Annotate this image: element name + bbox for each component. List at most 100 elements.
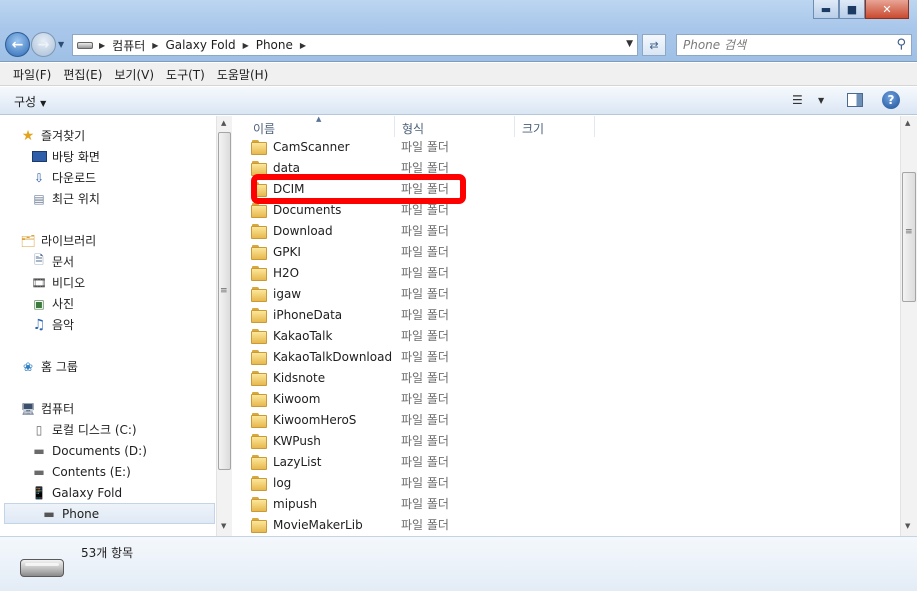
nav-desktop[interactable]: 바탕 화면 <box>31 146 100 167</box>
file-name: igaw <box>273 286 302 301</box>
nav-galaxy-fold[interactable]: 📱 Galaxy Fold <box>31 482 123 503</box>
chevron-right-icon[interactable]: ▶ <box>300 41 306 50</box>
forward-button[interactable]: → <box>31 32 56 57</box>
scroll-thumb[interactable] <box>218 132 231 470</box>
breadcrumb-phone[interactable]: Phone <box>256 38 293 52</box>
file-row[interactable]: iPhoneData 파일 폴더 <box>251 304 671 325</box>
organize-button[interactable]: 구성 ▼ <box>14 93 46 110</box>
nav-homegroup[interactable]: ❀ 홈 그룹 <box>20 356 78 377</box>
search-box[interactable]: ⚲ <box>676 34 912 56</box>
folder-icon <box>251 455 267 470</box>
file-row[interactable]: Download 파일 폴더 <box>251 220 671 241</box>
column-header-size[interactable]: 크기 <box>515 116 595 137</box>
menu-help[interactable]: 도움말(H) <box>211 66 275 83</box>
scroll-down-icon[interactable]: ▼ <box>221 522 226 530</box>
view-options-icon[interactable]: ☰ <box>792 93 803 107</box>
file-row[interactable]: H2O 파일 폴더 <box>251 262 671 283</box>
scroll-thumb[interactable] <box>902 172 916 302</box>
folder-icon <box>251 371 267 386</box>
nav-documents[interactable]: 🗎 문서 <box>31 251 74 272</box>
back-button[interactable]: ← <box>5 32 30 57</box>
nav-libraries[interactable]: 🗂 라이브러리 <box>20 230 96 251</box>
navigation-pane: ★ 즐겨찾기 바탕 화면 ⇩ 다운로드 ▤ 최근 위치 🗂 라이브러리 🗎 문서 🎞 비디오… <box>0 116 232 536</box>
maximize-button[interactable]: ■ <box>839 0 865 19</box>
close-button[interactable]: ✕ <box>865 0 909 19</box>
file-row[interactable]: KiwoomHeroS 파일 폴더 <box>251 409 671 430</box>
file-row[interactable]: KakaoTalkDownload 파일 폴더 <box>251 346 671 367</box>
scroll-up-icon[interactable]: ▲ <box>905 119 910 127</box>
menu-tools[interactable]: 도구(T) <box>160 66 211 83</box>
recent-pages-dropdown[interactable]: ▼ <box>58 40 64 49</box>
file-row[interactable]: igaw 파일 폴더 <box>251 283 671 304</box>
file-name: CamScanner <box>273 139 350 154</box>
file-name: KakaoTalk <box>273 328 333 343</box>
nav-favorites[interactable]: ★ 즐겨찾기 <box>20 125 85 146</box>
nav-label: 라이브러리 <box>41 234 97 248</box>
file-row[interactable]: KWPush 파일 폴더 <box>251 430 671 451</box>
nav-drive-e[interactable]: ▬ Contents (E:) <box>31 461 131 482</box>
file-name: H2O <box>273 265 300 280</box>
nav-scrollbar[interactable]: ▲ ≡ ▼ <box>216 116 232 536</box>
menu-file[interactable]: 파일(F) <box>7 66 57 83</box>
file-type: 파일 폴더 <box>401 518 449 532</box>
drive-icon <box>20 559 64 577</box>
file-type: 파일 폴더 <box>401 350 449 364</box>
chevron-down-icon: ▼ <box>40 99 47 108</box>
file-scrollbar[interactable]: ▲ ≡ ▼ <box>900 116 917 536</box>
minimize-button[interactable]: ▬ <box>813 0 839 19</box>
folder-icon <box>251 350 267 365</box>
scroll-down-icon[interactable]: ▼ <box>905 522 910 530</box>
video-icon: 🎞 <box>31 275 47 290</box>
folder-icon <box>251 203 267 218</box>
file-row[interactable]: GPKI 파일 폴더 <box>251 241 671 262</box>
nav-computer[interactable]: 🖥 컴퓨터 <box>20 398 74 419</box>
folder-icon <box>251 224 267 239</box>
nav-music[interactable]: ♫ 음악 <box>31 314 74 335</box>
breadcrumb-computer[interactable]: 컴퓨터 <box>112 37 145 54</box>
file-name: MovieMakerLib <box>273 517 363 532</box>
sort-ascending-icon: ▲ <box>316 115 322 123</box>
file-row[interactable]: KakaoTalk 파일 폴더 <box>251 325 671 346</box>
computer-icon: 🖥 <box>20 401 36 416</box>
file-row[interactable]: log 파일 폴더 <box>251 472 671 493</box>
view-dropdown-icon[interactable]: ▼ <box>818 96 824 105</box>
item-count: 53개 항목 <box>81 546 134 560</box>
scroll-up-icon[interactable]: ▲ <box>221 119 226 127</box>
refresh-button[interactable]: ⇄ <box>642 34 666 56</box>
file-row[interactable]: mipush 파일 폴더 <box>251 493 671 514</box>
file-name: KWPush <box>273 433 321 448</box>
chevron-right-icon[interactable]: ▶ <box>243 41 249 50</box>
arrow-right-icon: → <box>37 36 50 53</box>
nav-drive-d[interactable]: ▬ Documents (D:) <box>31 440 147 461</box>
nav-label: Contents (E:) <box>52 464 131 479</box>
column-header-name[interactable]: ▲ 이름 <box>233 115 395 137</box>
address-bar[interactable]: ▶ 컴퓨터 ▶ Galaxy Fold ▶ Phone ▶ ▼ <box>72 34 638 56</box>
nav-phone[interactable]: ▬ Phone <box>4 503 215 524</box>
nav-pictures[interactable]: ▣ 사진 <box>31 293 74 314</box>
help-icon[interactable]: ? <box>882 91 900 109</box>
preview-pane-icon[interactable] <box>847 93 863 107</box>
file-row[interactable]: LazyList 파일 폴더 <box>251 451 671 472</box>
folder-icon <box>251 497 267 512</box>
file-name: Kiwoom <box>273 391 321 406</box>
menu-view[interactable]: 보기(V) <box>108 66 160 83</box>
recent-places-icon: ▤ <box>33 191 45 206</box>
menu-edit[interactable]: 편집(E) <box>57 66 108 83</box>
file-row[interactable]: MovieMakerLib 파일 폴더 <box>251 514 671 535</box>
address-dropdown-icon[interactable]: ▼ <box>626 39 633 49</box>
picture-icon: ▣ <box>33 296 45 311</box>
column-header-type[interactable]: 형식 <box>395 116 515 137</box>
chevron-right-icon[interactable]: ▶ <box>99 41 105 50</box>
search-icon[interactable]: ⚲ <box>896 37 906 52</box>
nav-recent[interactable]: ▤ 최근 위치 <box>31 188 100 209</box>
file-row[interactable]: Kidsnote 파일 폴더 <box>251 367 671 388</box>
file-row[interactable]: CamScanner 파일 폴더 <box>251 136 671 157</box>
chevron-right-icon[interactable]: ▶ <box>152 41 158 50</box>
search-input[interactable] <box>683 38 883 52</box>
nav-label: 다운로드 <box>52 171 97 185</box>
nav-drive-c[interactable]: ▯ 로컬 디스크 (C:) <box>31 419 137 440</box>
breadcrumb-galaxy-fold[interactable]: Galaxy Fold <box>165 38 235 52</box>
nav-videos[interactable]: 🎞 비디오 <box>31 272 85 293</box>
nav-downloads[interactable]: ⇩ 다운로드 <box>31 167 96 188</box>
file-row[interactable]: Kiwoom 파일 폴더 <box>251 388 671 409</box>
